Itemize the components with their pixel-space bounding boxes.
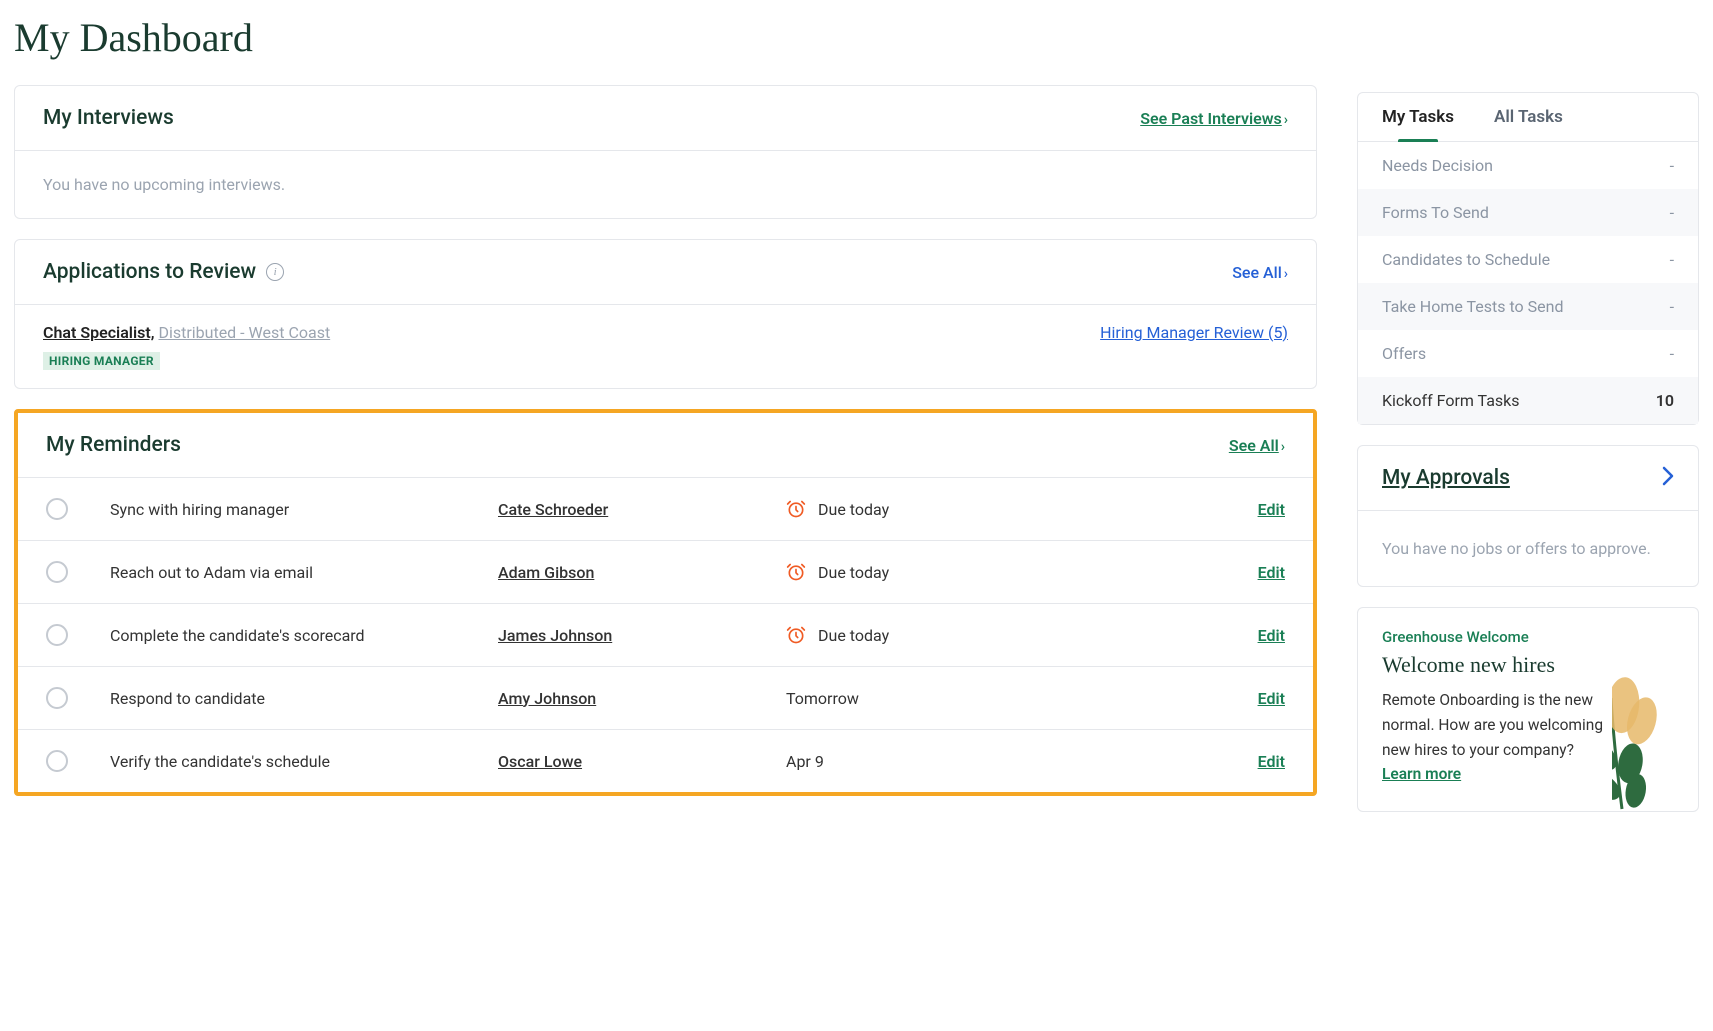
- reminder-task: Respond to candidate: [110, 689, 480, 708]
- task-value: -: [1670, 297, 1674, 316]
- tab-all-tasks[interactable]: All Tasks: [1494, 107, 1563, 141]
- reminder-due: Apr 9: [786, 752, 824, 771]
- alarm-icon: [786, 562, 806, 582]
- chevron-right-icon: ›: [1281, 439, 1285, 455]
- chevron-right-icon: ›: [1284, 266, 1288, 282]
- reminders-title: My Reminders: [46, 433, 181, 457]
- applications-title: Applications to Review i: [43, 260, 284, 284]
- reminder-edit-link[interactable]: Edit: [1258, 500, 1285, 519]
- task-name: Needs Decision: [1382, 156, 1493, 175]
- reminder-checkbox[interactable]: [46, 624, 68, 646]
- reminder-task: Sync with hiring manager: [110, 500, 480, 519]
- reminder-person-link[interactable]: Amy Johnson: [498, 689, 596, 708]
- reminder-row: Sync with hiring manager Cate Schroeder Du…: [18, 478, 1313, 541]
- task-name: Forms To Send: [1382, 203, 1489, 222]
- interviews-card: My Interviews See Past Interviews › You …: [14, 85, 1317, 219]
- tasks-list: Needs Decision-Forms To Send-Candidates …: [1358, 142, 1698, 424]
- task-name: Take Home Tests to Send: [1382, 297, 1563, 316]
- task-name: Candidates to Schedule: [1382, 250, 1550, 269]
- task-value: -: [1670, 203, 1674, 222]
- interviews-empty: You have no upcoming interviews.: [43, 175, 1288, 194]
- reminder-row: Respond to candidate Amy Johnson Tomorrow E…: [18, 667, 1313, 730]
- reminder-person-link[interactable]: James Johnson: [498, 626, 612, 645]
- application-stage-link[interactable]: Hiring Manager Review (5): [1100, 323, 1288, 342]
- reminders-list: Sync with hiring manager Cate Schroeder Du…: [18, 478, 1313, 792]
- application-job-link[interactable]: Chat Specialist,: [43, 323, 154, 342]
- reminder-edit-link[interactable]: Edit: [1258, 752, 1285, 771]
- task-value: -: [1670, 250, 1674, 269]
- reminders-see-all-label: See All: [1229, 436, 1279, 455]
- task-value: 10: [1656, 391, 1674, 410]
- leaf-illustration-icon: [1612, 671, 1699, 812]
- info-icon[interactable]: i: [266, 263, 284, 281]
- reminder-row: Reach out to Adam via email Adam Gibson Du…: [18, 541, 1313, 604]
- role-badge: HIRING MANAGER: [43, 352, 160, 370]
- reminder-due: Tomorrow: [786, 689, 859, 708]
- applications-title-text: Applications to Review: [43, 260, 256, 284]
- welcome-body-text: Remote Onboarding is the new normal. How…: [1382, 691, 1603, 759]
- applications-see-all-label: See All: [1232, 263, 1282, 282]
- task-row[interactable]: Candidates to Schedule -: [1358, 236, 1698, 283]
- chevron-right-icon: ›: [1284, 112, 1288, 128]
- reminder-person-link[interactable]: Adam Gibson: [498, 563, 594, 582]
- reminder-task: Verify the candidate's schedule: [110, 752, 480, 771]
- task-value: -: [1670, 344, 1674, 363]
- reminder-edit-link[interactable]: Edit: [1258, 626, 1285, 645]
- reminder-due: Due today: [818, 626, 889, 645]
- welcome-card: Greenhouse Welcome Welcome new hires Rem…: [1357, 607, 1699, 812]
- reminder-checkbox[interactable]: [46, 498, 68, 520]
- reminder-due: Due today: [818, 500, 889, 519]
- tasks-tabs: My Tasks All Tasks: [1358, 93, 1698, 142]
- reminder-checkbox[interactable]: [46, 687, 68, 709]
- application-row: Chat Specialist, Distributed - West Coas…: [15, 305, 1316, 388]
- applications-card: Applications to Review i See All › Chat …: [14, 239, 1317, 389]
- task-row[interactable]: Take Home Tests to Send -: [1358, 283, 1698, 330]
- reminder-checkbox[interactable]: [46, 561, 68, 583]
- see-past-interviews-link[interactable]: See Past Interviews ›: [1140, 109, 1288, 128]
- reminder-task: Complete the candidate's scorecard: [110, 626, 480, 645]
- page-title: My Dashboard: [14, 14, 1317, 61]
- reminders-highlight: My Reminders See All › Sync with hiring …: [14, 409, 1317, 796]
- tasks-card: My Tasks All Tasks Needs Decision-Forms …: [1357, 92, 1699, 425]
- reminder-person-link[interactable]: Cate Schroeder: [498, 500, 608, 519]
- tab-my-tasks[interactable]: My Tasks: [1382, 107, 1454, 141]
- welcome-learn-more-link[interactable]: Learn more: [1382, 765, 1461, 783]
- task-row[interactable]: Needs Decision -: [1358, 142, 1698, 189]
- reminder-checkbox[interactable]: [46, 750, 68, 772]
- approvals-card: My Approvals You have no jobs or offers …: [1357, 445, 1699, 587]
- see-past-interviews-label: See Past Interviews: [1140, 109, 1282, 128]
- applications-see-all-link[interactable]: See All ›: [1232, 263, 1288, 282]
- welcome-eyebrow: Greenhouse Welcome: [1382, 628, 1674, 646]
- task-name: Kickoff Form Tasks: [1382, 391, 1520, 410]
- reminder-task: Reach out to Adam via email: [110, 563, 480, 582]
- reminder-row: Complete the candidate's scorecard James …: [18, 604, 1313, 667]
- reminder-row: Verify the candidate's schedule Oscar Low…: [18, 730, 1313, 792]
- interviews-title: My Interviews: [43, 106, 174, 130]
- reminder-person-link[interactable]: Oscar Lowe: [498, 752, 582, 771]
- alarm-icon: [786, 499, 806, 519]
- reminder-due: Due today: [818, 563, 889, 582]
- approvals-empty: You have no jobs or offers to approve.: [1382, 539, 1674, 558]
- chevron-right-icon[interactable]: [1662, 466, 1674, 490]
- welcome-body: Remote Onboarding is the new normal. How…: [1382, 688, 1612, 787]
- task-row[interactable]: Offers -: [1358, 330, 1698, 377]
- task-row[interactable]: Forms To Send -: [1358, 189, 1698, 236]
- alarm-icon: [786, 625, 806, 645]
- task-value: -: [1670, 156, 1674, 175]
- reminder-edit-link[interactable]: Edit: [1258, 563, 1285, 582]
- reminders-see-all-link[interactable]: See All ›: [1229, 436, 1285, 455]
- task-name: Offers: [1382, 344, 1426, 363]
- application-loc-link[interactable]: Distributed - West Coast: [158, 323, 330, 342]
- reminder-edit-link[interactable]: Edit: [1258, 689, 1285, 708]
- task-row[interactable]: Kickoff Form Tasks 10: [1358, 377, 1698, 424]
- approvals-title-link[interactable]: My Approvals: [1382, 466, 1510, 490]
